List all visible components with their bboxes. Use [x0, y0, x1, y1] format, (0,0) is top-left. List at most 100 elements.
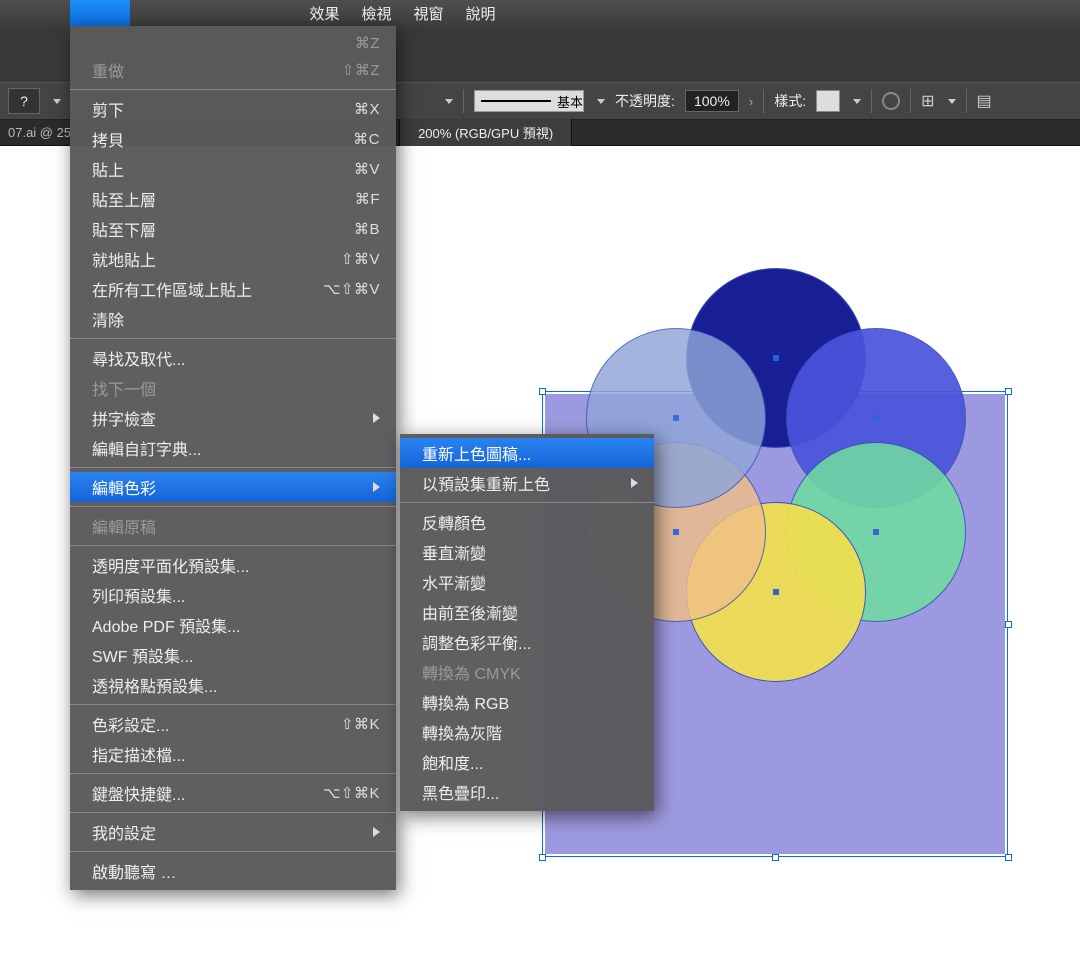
chevron-right-icon[interactable]: ›	[749, 94, 753, 109]
menu-item-label: 找下一個	[92, 376, 156, 400]
menubar-item-window[interactable]: 視窗	[414, 3, 444, 24]
menu-item-label: 以預設集重新上色	[422, 471, 550, 495]
menubar-active-highlight	[70, 0, 130, 26]
application-menubar[interactable]: x 效果 檢視 視窗 說明	[0, 0, 1080, 26]
menu-item[interactable]: 在所有工作區域上貼上⌥⇧⌘V	[70, 274, 396, 304]
selection-handle[interactable]	[1005, 388, 1012, 395]
menu-item[interactable]: 色彩設定... ⇧⌘K	[70, 709, 396, 739]
menu-item-label: 編輯色彩	[92, 475, 156, 499]
menu-item-label: 調整色彩平衡...	[422, 630, 531, 654]
menu-item[interactable]: 透明度平面化預設集...	[70, 550, 396, 580]
menu-item-shortcut: ⌘X	[330, 100, 380, 118]
recolor-icon[interactable]	[882, 92, 900, 110]
menu-item[interactable]: 水平漸變	[400, 567, 654, 597]
menu-item-shortcut: ⇧⌘K	[317, 715, 380, 733]
menu-item-label: 貼至下層	[92, 217, 156, 241]
stroke-style-dropdown[interactable]: 基本	[474, 90, 584, 112]
menu-item[interactable]: 貼至上層 ⌘F	[70, 184, 396, 214]
selection-handle[interactable]	[539, 388, 546, 395]
menu-item: 重做⇧⌘Z	[70, 55, 396, 85]
menu-separator	[70, 338, 396, 339]
menu-item-shortcut: ⌘Z	[331, 34, 380, 52]
menu-item-label: 轉換為 CMYK	[422, 660, 521, 684]
menu-item[interactable]: 飽和度...	[400, 747, 654, 777]
menu-item[interactable]: 貼至下層⌘B	[70, 214, 396, 244]
menu-item[interactable]: Adobe PDF 預設集...	[70, 610, 396, 640]
menu-item-shortcut: ⌘V	[330, 160, 380, 178]
dropdown-caret-icon[interactable]	[948, 99, 956, 104]
menu-item[interactable]: 剪下⌘X	[70, 94, 396, 124]
menu-item[interactable]: 重新上色圖稿...	[400, 438, 654, 468]
selection-handle[interactable]	[772, 854, 779, 861]
document-tab-active[interactable]: 200% (RGB/GPU 預視)	[399, 119, 572, 146]
style-label: 樣式:	[774, 91, 806, 111]
align-icon[interactable]: ⊞	[921, 91, 934, 111]
menu-item[interactable]: 編輯自訂字典...	[70, 433, 396, 463]
style-swatch[interactable]	[816, 90, 840, 112]
dropdown-caret-icon[interactable]	[53, 99, 61, 104]
menu-item-shortcut: ⌘F	[331, 190, 380, 208]
selection-handle[interactable]	[1005, 621, 1012, 628]
menu-item-label: 貼至上層	[92, 187, 156, 211]
edit-menu-dropdown[interactable]: ⌘Z 重做⇧⌘Z 剪下⌘X拷貝⌘C貼上⌘V 貼至上層 ⌘F 貼至下層⌘B就地貼上⇧⌘V在所…	[70, 26, 396, 890]
menu-item[interactable]: 就地貼上⇧⌘V	[70, 244, 396, 274]
menu-item[interactable]: SWF 預設集...	[70, 640, 396, 670]
anchor-point[interactable]	[673, 529, 679, 535]
anchor-point[interactable]	[673, 415, 679, 421]
menu-item[interactable]: 轉換為灰階	[400, 717, 654, 747]
menu-item[interactable]: 清除	[70, 304, 396, 334]
menu-item[interactable]: 由前至後漸變	[400, 597, 654, 627]
menubar-item-view[interactable]: 檢視	[362, 3, 392, 24]
menu-item[interactable]: 黑色疊印...	[400, 777, 654, 807]
menu-item[interactable]: 尋找及取代...	[70, 343, 396, 373]
menu-item[interactable]: 調整色彩平衡...	[400, 627, 654, 657]
help-icon[interactable]: ?	[8, 88, 40, 114]
menu-item[interactable]: 編輯色彩	[70, 472, 396, 502]
menu-item[interactable]: 鍵盤快捷鍵...⌥⇧⌘K	[70, 778, 396, 808]
menu-item[interactable]: 我的設定	[70, 817, 396, 847]
selection-handle[interactable]	[1005, 854, 1012, 861]
separator	[463, 89, 464, 113]
menu-item-label: 黑色疊印...	[422, 780, 499, 804]
menu-item: 編輯原稿	[70, 511, 396, 541]
menu-item[interactable]: 貼上⌘V	[70, 154, 396, 184]
menu-item-label: 編輯自訂字典...	[92, 436, 201, 460]
menu-item[interactable]: 垂直漸變	[400, 537, 654, 567]
menu-separator	[70, 506, 396, 507]
menu-item-label: Adobe PDF 預設集...	[92, 613, 241, 637]
menu-item[interactable]: 拷貝⌘C	[70, 124, 396, 154]
anchor-point[interactable]	[873, 415, 879, 421]
menu-item[interactable]: 轉換為 RGB	[400, 687, 654, 717]
anchor-point[interactable]	[873, 529, 879, 535]
selection-handle[interactable]	[539, 854, 546, 861]
menu-item-label: 色彩設定...	[92, 712, 169, 736]
menu-item-label: 重新上色圖稿...	[422, 441, 531, 465]
menubar-item-effects[interactable]: 效果	[310, 3, 340, 24]
submenu-arrow-icon	[373, 482, 380, 492]
menu-separator	[70, 467, 396, 468]
menu-item-label: 我的設定	[92, 820, 156, 844]
document-tab-partial[interactable]: 07.ai @ 25	[0, 125, 79, 140]
menu-item[interactable]: 拼字檢查	[70, 403, 396, 433]
anchor-point[interactable]	[773, 355, 779, 361]
edit-colors-submenu[interactable]: 重新上色圖稿... 以預設集重新上色反轉顏色垂直漸變水平漸變由前至後漸變調整色彩平…	[400, 434, 654, 811]
menu-item[interactable]: 指定描述檔...	[70, 739, 396, 769]
menu-item[interactable]: 啟動聽寫 …	[70, 856, 396, 886]
menu-item-label: 拼字檢查	[92, 406, 156, 430]
menu-item[interactable]: 列印預設集...	[70, 580, 396, 610]
menu-item[interactable]: 以預設集重新上色	[400, 468, 654, 498]
menu-separator	[70, 851, 396, 852]
menu-item[interactable]: 透視格點預設集...	[70, 670, 396, 700]
menu-item-label: 拷貝	[92, 127, 124, 151]
dropdown-caret-icon[interactable]	[853, 99, 861, 104]
menu-item-label: 轉換為 RGB	[422, 690, 509, 714]
anchor-point[interactable]	[773, 589, 779, 595]
menu-item-label: 透明度平面化預設集...	[92, 553, 249, 577]
dropdown-caret-icon[interactable]	[597, 99, 605, 104]
menu-item-shortcut: ⌥⇧⌘V	[299, 280, 380, 298]
menu-item[interactable]: 反轉顏色	[400, 507, 654, 537]
menubar-item-help[interactable]: 說明	[466, 3, 496, 24]
dropdown-caret-icon[interactable]	[445, 99, 453, 104]
arrange-icon[interactable]: ▤	[977, 91, 992, 111]
opacity-input[interactable]: 100%	[685, 90, 739, 112]
